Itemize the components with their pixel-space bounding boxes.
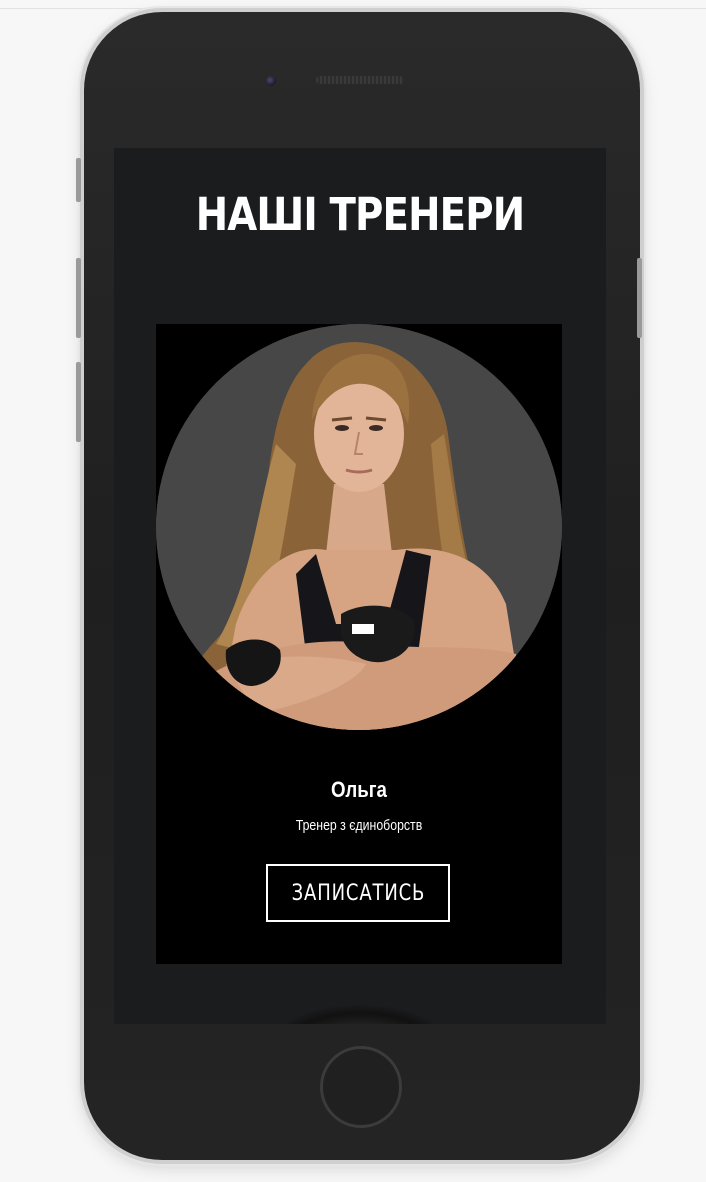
volume-down-button bbox=[76, 362, 81, 442]
trainer-role: Тренер з єдиноборств bbox=[295, 817, 423, 834]
phone-screen: НАШІ ТРЕНЕРИ Ольга Тренер з єдиноборств … bbox=[114, 148, 606, 1024]
page-title: НАШІ ТРЕНЕРИ bbox=[195, 188, 525, 241]
front-camera bbox=[266, 76, 276, 86]
home-button[interactable] bbox=[320, 1046, 402, 1128]
signup-button-label: ЗАПИСАТИСЬ bbox=[291, 880, 425, 906]
trainer-portrait-icon bbox=[156, 324, 562, 730]
next-trainer-photo-peek bbox=[270, 1004, 450, 1024]
signup-button[interactable]: ЗАПИСАТИСЬ bbox=[266, 864, 450, 922]
divider bbox=[0, 8, 706, 9]
canvas: НАШІ ТРЕНЕРИ Ольга Тренер з єдиноборств … bbox=[0, 0, 706, 1182]
trainer-card: Ольга Тренер з єдиноборств ЗАПИСАТИСЬ bbox=[156, 324, 562, 964]
trainer-photo bbox=[156, 324, 562, 730]
mute-switch bbox=[76, 158, 81, 202]
power-button bbox=[637, 258, 642, 338]
volume-up-button bbox=[76, 258, 81, 338]
trainer-name: Ольга bbox=[331, 777, 387, 802]
earpiece-speaker bbox=[316, 76, 404, 84]
